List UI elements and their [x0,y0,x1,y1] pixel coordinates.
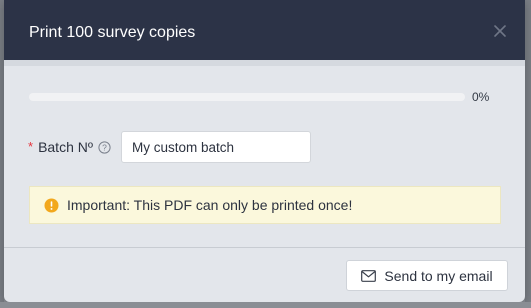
backdrop-right-edge [525,0,531,308]
svg-text:?: ? [102,142,107,152]
print-progress-bar [29,93,465,101]
important-alert: Important: This PDF can only be printed … [29,186,501,224]
batch-input[interactable] [121,131,311,163]
backdrop-bottom-edge [0,302,531,308]
progress-percent: 0% [472,90,490,104]
close-icon[interactable] [491,22,509,40]
question-circle-icon[interactable]: ? [98,140,111,154]
envelope-icon [361,269,377,282]
send-to-email-button[interactable]: Send to my email [346,260,508,291]
print-dialog: Print 100 survey copies 0% * Batch Nº ? [4,0,525,302]
alert-message: Important: This PDF can only be printed … [67,197,353,213]
footer-divider [4,247,525,248]
dialog-title: Print 100 survey copies [29,24,196,41]
warning-circle-icon [44,198,59,213]
dialog-header: Print 100 survey copies [4,0,525,60]
batch-field-label-group: * Batch Nº ? [28,131,111,163]
send-to-email-label: Send to my email [384,267,493,284]
header-stripe [4,60,525,66]
batch-label: Batch Nº [38,139,93,155]
required-mark: * [28,139,34,154]
